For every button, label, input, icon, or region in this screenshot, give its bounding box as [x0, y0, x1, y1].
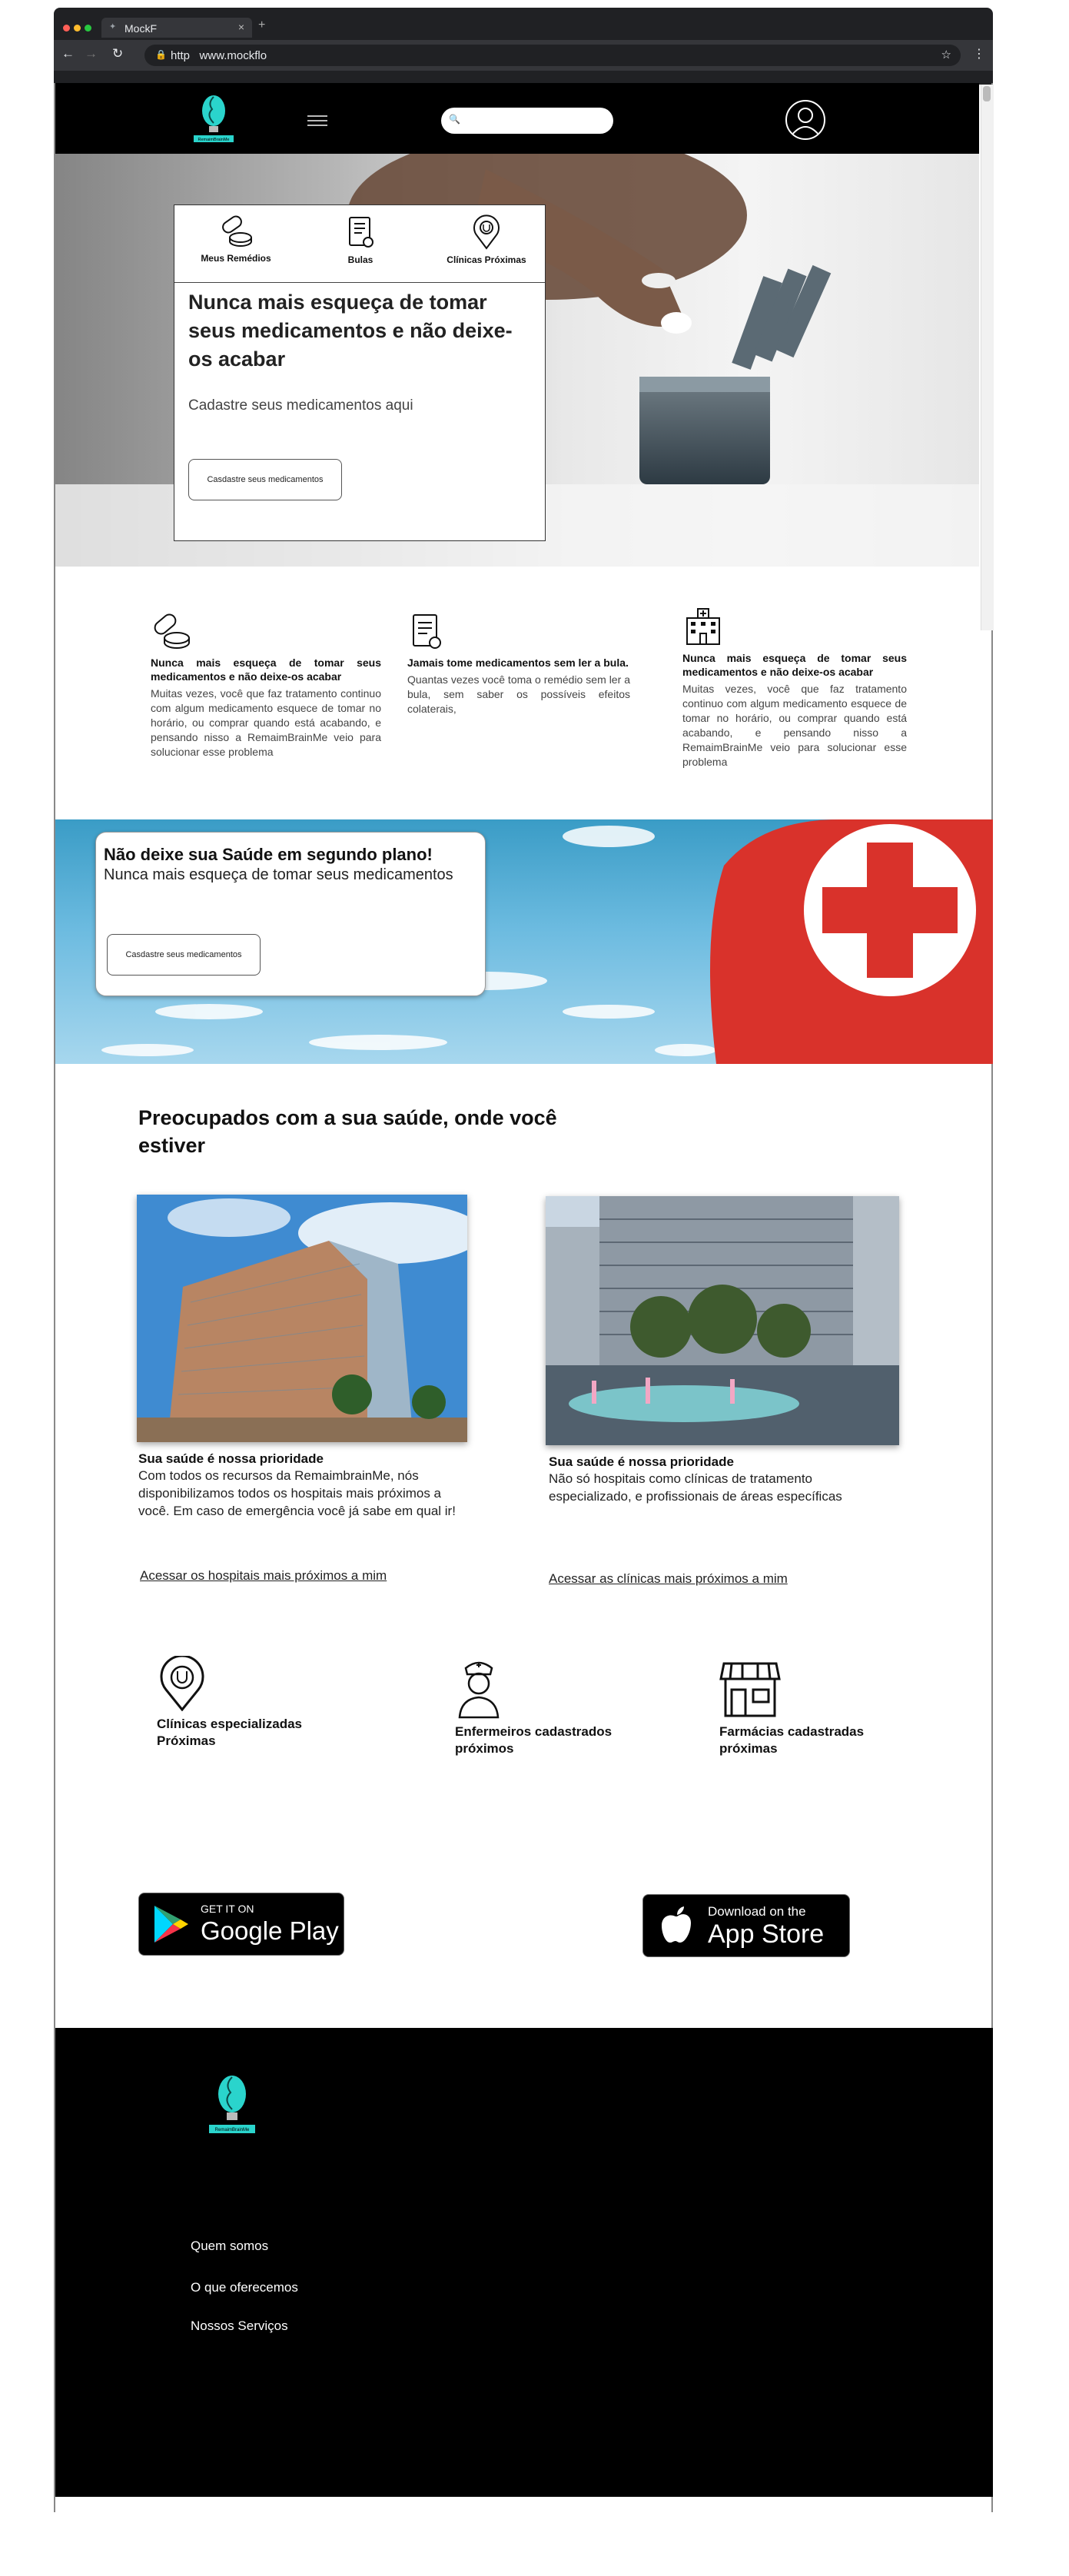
tab-title: MockF: [124, 22, 157, 35]
close-window-button[interactable]: [63, 25, 70, 32]
scrollbar-thumb[interactable]: [983, 86, 991, 101]
browser-toolbar: ← → ↻ 🔒 http www.mockflo ☆ ⋮: [54, 40, 993, 71]
nurse-icon: [458, 1661, 500, 1719]
brain-bulb-logo-icon: RemaimBrainMe: [194, 95, 234, 142]
pills-icon: [154, 613, 190, 649]
tab-label: Clínicas Próximas: [447, 254, 526, 265]
nearest-hospitals-link[interactable]: Acessar os hospitais mais próximos a mim: [140, 1568, 387, 1584]
lock-icon: 🔒: [155, 49, 167, 60]
app-store-big-text: App Store: [708, 1920, 825, 1949]
user-avatar[interactable]: [785, 100, 825, 140]
service-nurses[interactable]: Enfermeiros cadastrados próximos: [455, 1656, 655, 1757]
stethoscope-pin-icon: [473, 214, 500, 250]
app-store-small-text: Download on the: [708, 1904, 806, 1919]
apple-icon: [662, 1906, 691, 1943]
nearest-clinics-link[interactable]: Acessar as clínicas mais próximos a mim: [549, 1571, 788, 1587]
tab-close-icon[interactable]: ×: [238, 21, 244, 33]
hospital-card-text: Sua saúde é nossa prioridade Com todos o…: [138, 1451, 469, 1520]
new-tab-button[interactable]: +: [258, 18, 265, 32]
clinic-photo: [546, 1196, 899, 1445]
banner-subtitle: Nunca mais esqueça de tomar seus medicam…: [104, 866, 453, 883]
feature-description: Muitas vezes, você que faz tratamento co…: [682, 683, 907, 768]
pills-icon: [222, 215, 252, 247]
card-description: Com todos os recursos da RemaimbrainMe, …: [138, 1468, 456, 1518]
footer-link-nossos-servicos[interactable]: Nossos Serviços: [191, 2318, 288, 2334]
search-icon: 🔍: [449, 114, 460, 125]
back-icon[interactable]: ←: [61, 46, 75, 61]
browser-window: ✦ MockF × + ← → ↻ 🔒 http www.mockflo ☆ ⋮: [54, 8, 993, 85]
feature-description: Muitas vezes, você que faz tratamento co…: [151, 687, 381, 758]
site-logo[interactable]: RemaimBrainMe: [192, 92, 235, 149]
user-icon: [791, 108, 820, 136]
card-title: Sua saúde é nossa prioridade: [549, 1454, 734, 1469]
tab-bulas[interactable]: Bulas: [307, 214, 414, 265]
hamburger-menu-icon[interactable]: [307, 112, 327, 128]
clinic-card-text: Sua saúde é nossa prioridade Não só hosp…: [549, 1454, 887, 1505]
tab-favicon-icon: ✦: [109, 22, 117, 32]
card-description: Não só hospitais como clínicas de tratam…: [549, 1471, 842, 1504]
reload-icon[interactable]: ↻: [112, 46, 123, 61]
minimize-window-button[interactable]: [74, 25, 81, 32]
stethoscope-pin-icon: [160, 1654, 204, 1712]
google-play-small-text: GET IT ON: [201, 1903, 254, 1915]
url-text: http www.mockflo: [171, 49, 267, 62]
scrollbar[interactable]: [981, 85, 994, 630]
feature-card-hospitals: Nunca mais esqueça de tomar seus medicam…: [682, 607, 907, 769]
site-footer: [55, 2028, 993, 2497]
tab-label: Meus Remédios: [201, 253, 271, 264]
tab-meus-remedios[interactable]: Meus Remédios: [182, 214, 290, 264]
browser-tab[interactable]: ✦ MockF ×: [101, 18, 252, 38]
feature-card-bula: Jamais tome medicamentos sem ler a bula.…: [407, 612, 630, 716]
address-bar[interactable]: 🔒 http www.mockflo ☆: [144, 45, 961, 66]
svg-text:RemaimBrainMe: RemaimBrainMe: [198, 138, 230, 142]
footer-logo[interactable]: RemaimBrainMe: [207, 2071, 257, 2142]
browser-menu-icon[interactable]: ⋮: [973, 46, 985, 61]
hospital-icon: [686, 608, 720, 645]
brain-bulb-logo-icon: RemaimBrainMe: [209, 2076, 255, 2133]
hero-card: Meus Remédios Bulas Clínicas Próximas Nu…: [174, 204, 546, 541]
google-play-big-text: Google Play: [201, 1916, 339, 1945]
service-label: Farmácias cadastradas próximas: [719, 1724, 865, 1756]
footer-link-o-que-oferecemos[interactable]: O que oferecemos: [191, 2280, 298, 2295]
store-icon: [719, 1662, 781, 1717]
tab-clinicas-proximas[interactable]: Clínicas Próximas: [433, 214, 540, 265]
svg-text:RemaimBrainMe: RemaimBrainMe: [215, 2128, 250, 2132]
hero-card-tabs: Meus Remédios Bulas Clínicas Próximas: [174, 205, 545, 283]
google-play-icon: [154, 1906, 188, 1943]
bookmark-star-icon[interactable]: ☆: [941, 48, 951, 61]
footer-link-quem-somos[interactable]: Quem somos: [191, 2239, 268, 2254]
feature-title: Nunca mais esqueça de tomar seus medicam…: [682, 652, 907, 678]
feature-description: Quantas vezes você toma o remédio sem le…: [407, 673, 630, 715]
card-title: Sua saúde é nossa prioridade: [138, 1451, 324, 1466]
search-input[interactable]: 🔍: [441, 108, 613, 134]
forward-icon[interactable]: →: [85, 46, 98, 61]
tab-label: Bulas: [347, 254, 373, 265]
banner-card: Não deixe sua Saúde em segundo plano! Nu…: [95, 832, 486, 996]
feature-title: Jamais tome medicamentos sem ler a bula.: [407, 656, 629, 669]
banner-title: Não deixe sua Saúde em segundo plano!: [104, 845, 433, 864]
hero-title: Nunca mais esqueça de tomar seus medicam…: [188, 291, 513, 371]
prescription-icon: [413, 614, 441, 649]
maximize-window-button[interactable]: [85, 25, 91, 32]
service-pharmacies[interactable]: Farmácias cadastradas próximas: [719, 1660, 919, 1757]
service-label: Enfermeiros cadastrados próximos: [455, 1724, 613, 1756]
service-clinics[interactable]: Clínicas especializadas Próximas: [157, 1654, 357, 1750]
feature-card-reminders: Nunca mais esqueça de tomar seus medicam…: [151, 612, 381, 760]
app-store-badge[interactable]: Download on the App Store: [642, 1894, 850, 1957]
hero-subtitle: Cadastre seus medicamentos aqui: [188, 397, 413, 414]
hospital-photo: [137, 1195, 467, 1442]
register-medicines-button[interactable]: Casdastre seus medicamentos: [188, 459, 342, 500]
section-title: Preocupados com a sua saúde, onde você e…: [138, 1106, 557, 1157]
google-play-badge[interactable]: GET IT ON Google Play: [138, 1893, 344, 1956]
service-label: Clínicas especializadas Próximas: [157, 1717, 302, 1748]
register-medicines-button[interactable]: Casdastre seus medicamentos: [107, 934, 261, 976]
feature-title: Nunca mais esqueça de tomar seus medicam…: [151, 656, 381, 683]
prescription-icon: [349, 217, 373, 248]
